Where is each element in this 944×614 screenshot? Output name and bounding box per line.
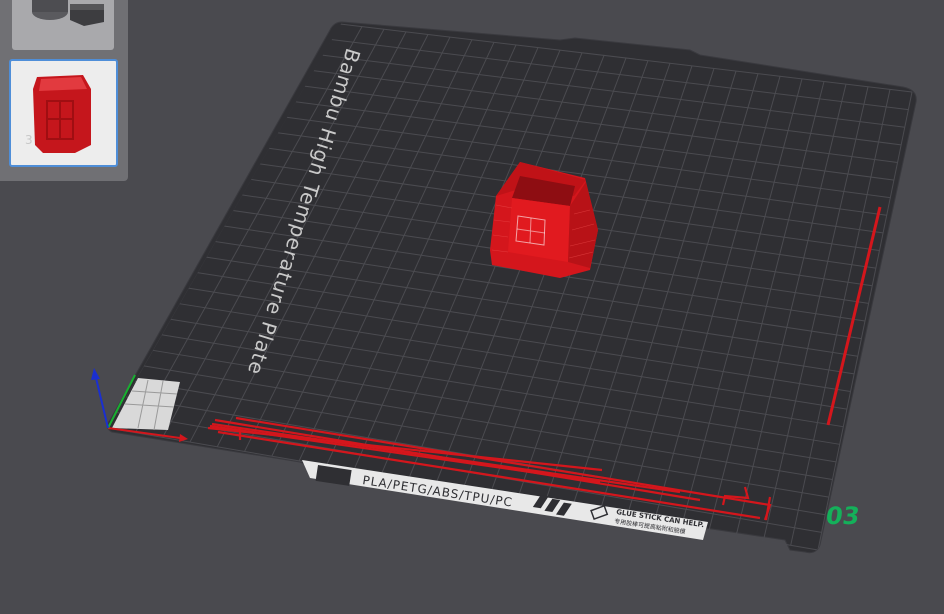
object-thumbnail-panel: 3 <box>0 0 128 181</box>
model-thumbnail-icon <box>32 0 104 26</box>
3d-viewport[interactable]: Bambu High Temperature Plate PLA/PETG/AB… <box>0 0 944 610</box>
plate-scene: Bambu High Temperature Plate PLA/PETG/AB… <box>91 21 917 554</box>
model-thumbnail-icon <box>33 75 91 153</box>
object-thumbnail-previous[interactable] <box>12 0 114 50</box>
object-thumbnail-selected[interactable]: 3 <box>9 59 118 167</box>
plate-number[interactable]: 03 <box>824 502 861 530</box>
object-index: 3 <box>25 133 33 147</box>
